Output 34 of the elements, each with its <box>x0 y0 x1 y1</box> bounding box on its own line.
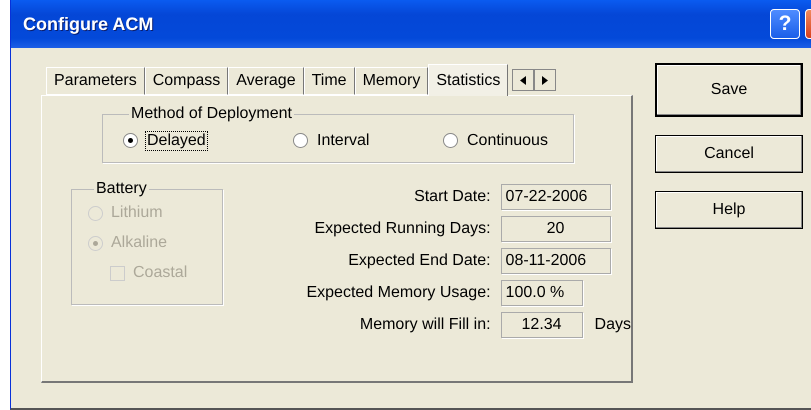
radio-option[interactable]: Continuous <box>443 132 573 150</box>
group-title: Battery <box>95 180 148 198</box>
tab[interactable]: Memory <box>354 67 428 95</box>
right-arrow-icon <box>542 76 548 84</box>
radio-button[interactable] <box>293 133 308 148</box>
unit-label: Days <box>594 316 631 334</box>
left-arrow-icon <box>520 76 526 84</box>
dialog-button[interactable]: Save <box>655 63 803 117</box>
field-label: Expected End Date: <box>347 252 491 270</box>
group-title: Method of Deployment <box>130 105 293 123</box>
radio-button[interactable] <box>443 133 458 148</box>
tab-scroll-right-button[interactable] <box>534 69 556 91</box>
readonly-field: 07-22-2006 <box>500 184 611 210</box>
tab[interactable]: Time <box>304 67 355 95</box>
tab[interactable]: Statistics <box>428 64 508 96</box>
tab[interactable]: Average <box>228 67 304 95</box>
window-title: Configure ACM <box>23 14 154 34</box>
radio-option[interactable]: Interval <box>293 132 443 150</box>
field-label: Expected Running Days: <box>313 220 491 238</box>
field-label: Expected Memory Usage: <box>305 284 491 302</box>
tab[interactable]: Compass <box>144 67 228 95</box>
field-label: Memory will Fill in: <box>358 316 491 334</box>
readonly-field: 08-11-2006 <box>500 248 611 274</box>
readonly-field: 12.34 <box>500 312 583 338</box>
tab[interactable]: Parameters <box>46 67 145 95</box>
dialog-button[interactable]: Help <box>655 191 803 229</box>
readonly-field: 100.0 % <box>500 280 583 306</box>
tab-scroll-left-button[interactable] <box>512 69 534 91</box>
dialog-button[interactable]: Cancel <box>655 135 803 173</box>
help-title-button[interactable]: ? <box>770 9 800 39</box>
readonly-field: 20 <box>500 216 611 242</box>
field-label: Start Date: <box>413 188 491 206</box>
radio-button[interactable] <box>123 133 138 148</box>
radio-option[interactable]: Delayed <box>123 132 293 150</box>
